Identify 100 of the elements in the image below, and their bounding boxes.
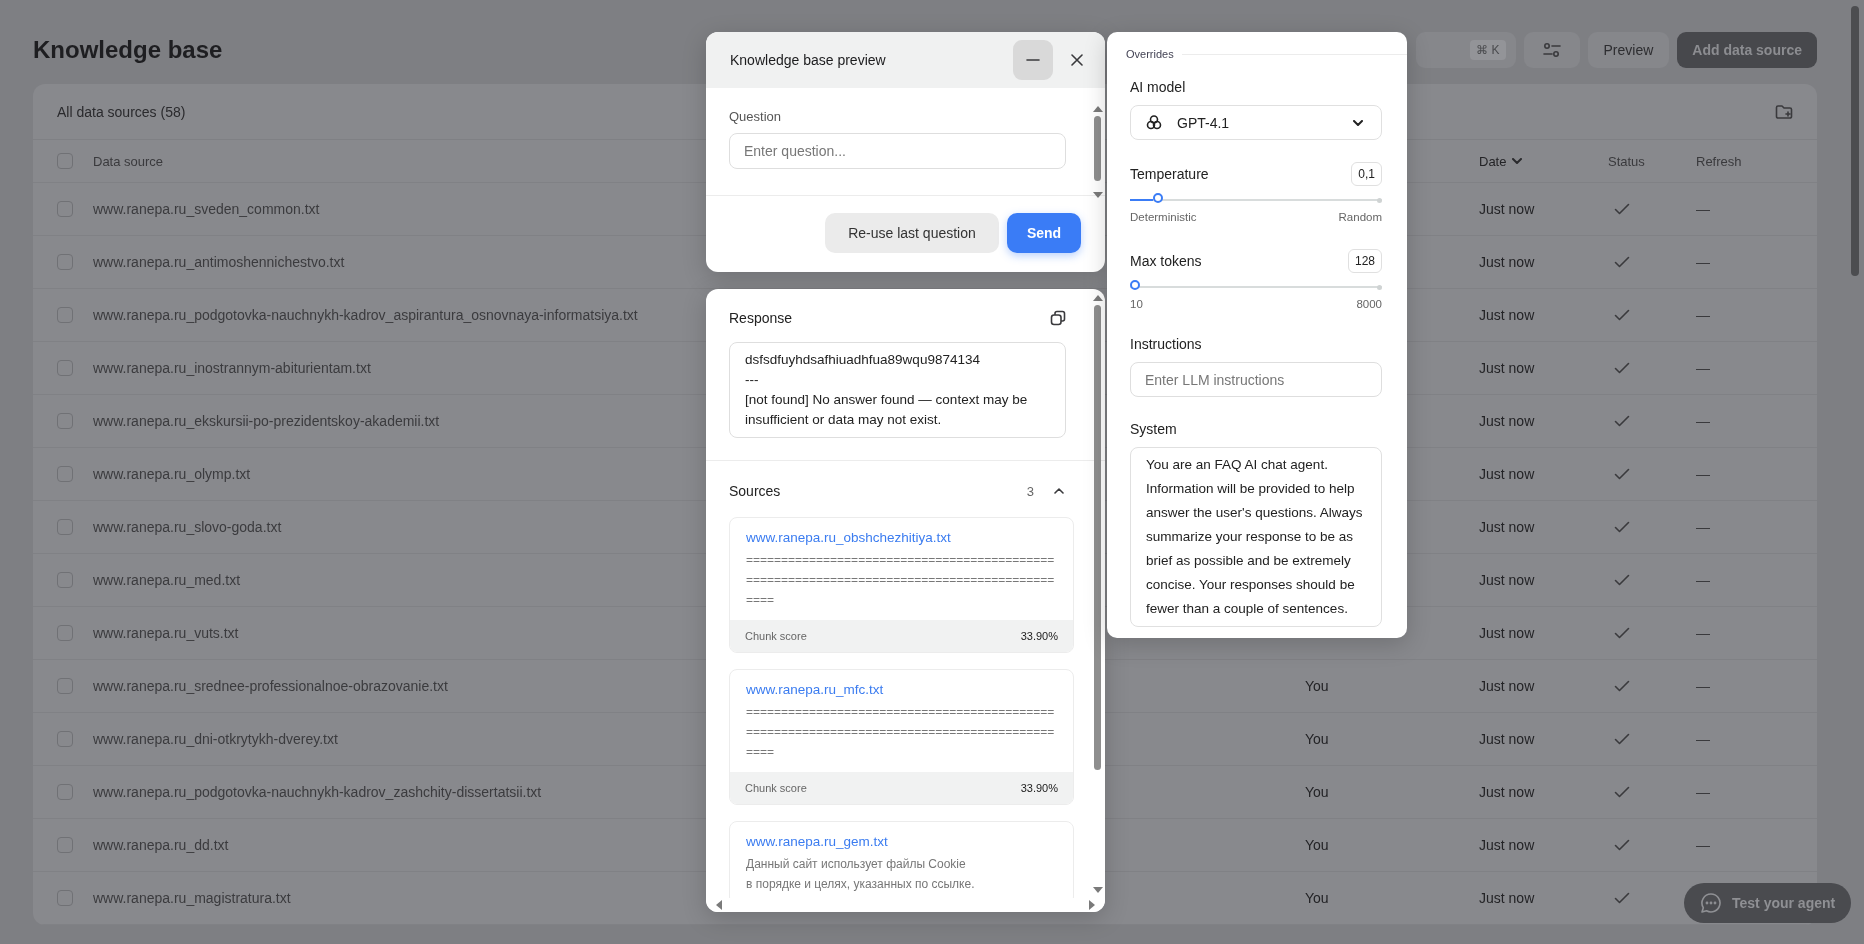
instructions-field[interactable]: Enter LLM instructions bbox=[1130, 362, 1382, 397]
date-text: Just now bbox=[1479, 201, 1535, 217]
date-text: Just now bbox=[1479, 519, 1535, 535]
slider-thumb[interactable] bbox=[1152, 193, 1163, 203]
checkbox[interactable] bbox=[57, 572, 73, 588]
data-source-name: www.ranepa.ru_srednee-professionalnoe-obrazovanie.txt bbox=[93, 678, 448, 694]
sliders-icon bbox=[1542, 43, 1561, 57]
question-field[interactable]: Enter question... bbox=[729, 133, 1066, 169]
source-link[interactable]: www.ranepa.ru_obshchezhitiya.txt bbox=[746, 530, 1057, 545]
checkbox[interactable] bbox=[57, 890, 73, 906]
checkbox[interactable] bbox=[57, 360, 73, 376]
value-field[interactable]: 128 bbox=[1347, 249, 1382, 273]
checkbox[interactable] bbox=[57, 837, 73, 853]
checkbox[interactable] bbox=[57, 466, 73, 482]
column-header[interactable]: Date bbox=[1479, 153, 1507, 169]
field-label: Max tokens bbox=[1130, 253, 1202, 269]
reuse-question-button[interactable]: Re-use last question bbox=[825, 213, 999, 253]
data-source-name: www.ranepa.ru_podgotovka-nauchnykh-kadrov_zashchity-dissertatsii.txt bbox=[93, 784, 542, 800]
refresh-text: — bbox=[1696, 678, 1710, 694]
test-agent-button[interactable]: Test your agent bbox=[1684, 883, 1852, 923]
score-label: Chunk score bbox=[745, 630, 807, 642]
owner-name: You bbox=[1305, 678, 1329, 694]
range-label: Random bbox=[1338, 211, 1382, 223]
refresh-text: — bbox=[1696, 307, 1710, 323]
send-button[interactable]: Send bbox=[1007, 213, 1081, 253]
model-dropdown[interactable]: GPT-4.1 bbox=[1130, 105, 1382, 140]
data-source-name: www.ranepa.ru_vuts.txt bbox=[93, 625, 239, 641]
source-count: 3 bbox=[1026, 483, 1034, 499]
copy-icon bbox=[1050, 310, 1066, 326]
column-header[interactable]: Refresh bbox=[1696, 153, 1742, 169]
chevron-down-icon bbox=[1353, 119, 1363, 126]
checkbox[interactable] bbox=[57, 625, 73, 641]
column-header[interactable]: Data source bbox=[93, 153, 164, 169]
checkbox[interactable] bbox=[57, 413, 73, 429]
range-label: 8000 bbox=[1356, 298, 1382, 310]
data-source-name: www.ranepa.ru_inostrannym-abiturientam.txt bbox=[93, 360, 371, 376]
source-link[interactable]: www.ranepa.ru_gem.txt bbox=[746, 834, 1057, 849]
search-field[interactable]: ⌘ K bbox=[1415, 32, 1516, 68]
collapse-button[interactable] bbox=[1054, 488, 1064, 494]
data-source-name: www.ranepa.ru_ekskursii-po-prezidentskoy-akademii.txt bbox=[93, 413, 440, 429]
data-source-name: www.ranepa.ru_olymp.txt bbox=[93, 466, 251, 482]
scrollbar[interactable] bbox=[706, 898, 1105, 912]
checkbox[interactable] bbox=[57, 519, 73, 535]
owner-name: You bbox=[1305, 784, 1329, 800]
refresh-text: — bbox=[1696, 837, 1710, 853]
filter-button[interactable] bbox=[1523, 32, 1580, 68]
checkbox[interactable] bbox=[57, 307, 73, 323]
date-text: Just now bbox=[1479, 625, 1535, 641]
data-source-name: www.ranepa.ru_magistratura.txt bbox=[93, 890, 291, 906]
date-text: Just now bbox=[1479, 307, 1535, 323]
minimize-button[interactable] bbox=[1013, 40, 1053, 80]
scrollbar[interactable] bbox=[1093, 295, 1102, 893]
add-data-source-button[interactable]: Add data source bbox=[1677, 32, 1817, 68]
field-label: Temperature bbox=[1130, 166, 1209, 182]
checkbox[interactable] bbox=[57, 254, 73, 270]
refresh-text: — bbox=[1696, 784, 1710, 800]
refresh-text: — bbox=[1696, 466, 1710, 482]
system-prompt-field[interactable]: You are an FAQ AI chat agent. Information will be provided to help answer the user's questions. Always summarize your response to be as brief as possible and be extremely concise. Your responses should be fewer than a couple of sentences. bbox=[1130, 447, 1382, 627]
panel-title: Knowledge base preview bbox=[730, 52, 887, 68]
data-source-name: www.ranepa.ru_dd.txt bbox=[93, 837, 229, 853]
chevron-up-icon bbox=[1054, 488, 1064, 494]
source-link[interactable]: www.ranepa.ru_mfc.txt bbox=[746, 682, 1057, 697]
response-text: dsfsdfuyhdsafhiuadhfua89wqu9874134 --- [not found] No answer found — context may be insufficient or data may not exist. bbox=[729, 342, 1066, 438]
field-label: AI model bbox=[1130, 79, 1187, 95]
section-label: Sources bbox=[729, 483, 782, 499]
preview-button[interactable]: Preview bbox=[1587, 32, 1670, 68]
date-text: Just now bbox=[1479, 837, 1535, 853]
date-text: Just now bbox=[1479, 360, 1535, 376]
score-label: Chunk score bbox=[745, 782, 807, 794]
owner-name: You bbox=[1305, 890, 1329, 906]
scrollbar[interactable] bbox=[1851, 6, 1859, 276]
checkbox[interactable] bbox=[57, 731, 73, 747]
rosette-icon bbox=[1145, 113, 1163, 132]
date-text: Just now bbox=[1479, 731, 1535, 747]
column-header[interactable]: Status bbox=[1608, 153, 1645, 169]
data-source-name: www.ranepa.ru_antimoshennichestvo.txt bbox=[93, 254, 345, 270]
refresh-text: — bbox=[1696, 201, 1710, 217]
date-text: Just now bbox=[1479, 572, 1535, 588]
chat-bubble-icon bbox=[1700, 892, 1722, 914]
refresh-text: — bbox=[1696, 572, 1710, 588]
date-text: Just now bbox=[1479, 890, 1535, 906]
data-source-name: www.ranepa.ru_slovo-goda.txt bbox=[93, 519, 282, 535]
minus-icon bbox=[1026, 59, 1040, 61]
refresh-text: — bbox=[1696, 519, 1710, 535]
checkbox[interactable] bbox=[57, 201, 73, 217]
checkbox[interactable] bbox=[57, 784, 73, 800]
checkbox[interactable] bbox=[57, 678, 73, 694]
score-value: 33.90% bbox=[1020, 782, 1058, 794]
checkbox[interactable] bbox=[57, 153, 73, 169]
value-field[interactable]: 0,1 bbox=[1351, 162, 1382, 186]
close-icon bbox=[1071, 54, 1083, 66]
data-source-name: www.ranepa.ru_podgotovka-nauchnykh-kadrov_aspirantura_osnovnaya-informatsiya.txt bbox=[93, 307, 638, 323]
copy-button[interactable] bbox=[1050, 310, 1066, 326]
refresh-text: — bbox=[1696, 254, 1710, 270]
range-label: Deterministic bbox=[1130, 211, 1197, 223]
date-text: Just now bbox=[1479, 466, 1535, 482]
slider-thumb[interactable] bbox=[1130, 280, 1140, 290]
date-text: Just now bbox=[1479, 784, 1535, 800]
source-excerpt: ============================================================================================ bbox=[746, 704, 1056, 761]
data-source-name: www.ranepa.ru_med.txt bbox=[93, 572, 241, 588]
